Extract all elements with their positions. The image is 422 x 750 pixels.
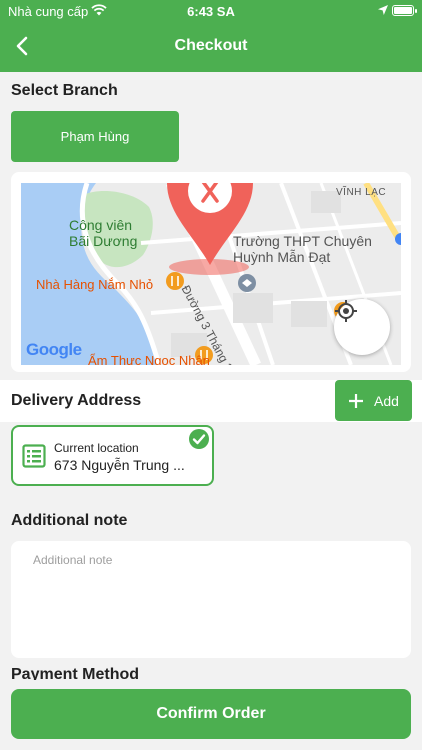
map-label-park: Công viên Bãi Dương xyxy=(69,217,138,249)
delivery-address-title: Delivery Address xyxy=(11,392,142,409)
status-time: 6:43 SA xyxy=(187,4,235,19)
map-label-school: Trường THPT Chuyên Huỳnh Mẫn Đạt xyxy=(233,233,372,265)
gps-button[interactable] xyxy=(334,299,390,355)
status-bar: Nhà cung cấp 6:43 SA xyxy=(0,0,422,22)
map-label-restaurant-2: Ẩm Thực Ngọc Nhân xyxy=(88,353,210,365)
add-address-label: Add xyxy=(374,392,399,409)
add-address-button[interactable]: Add xyxy=(335,380,412,421)
location-arrow-icon xyxy=(378,5,388,15)
select-branch-title: Select Branch xyxy=(11,82,118,99)
map-label-district: VĨNH LẠC xyxy=(336,187,387,198)
additional-note-input[interactable] xyxy=(11,541,411,658)
branch-button[interactable]: Phạm Hùng xyxy=(11,111,179,162)
confirm-order-button[interactable]: Confirm Order xyxy=(11,689,411,739)
additional-note-title: Additional note xyxy=(11,512,128,529)
page-title: Checkout xyxy=(174,37,248,54)
map-label-restaurant: Nhà Hàng Nắm Nhỏ xyxy=(36,277,154,292)
app-header: Nhà cung cấp 6:43 SA Checkout xyxy=(0,0,422,72)
restaurant-pin-icon xyxy=(167,183,253,265)
plus-icon xyxy=(349,393,364,408)
list-icon xyxy=(22,444,46,468)
google-attribution: Google xyxy=(26,340,82,360)
payment-method-title: Payment Method xyxy=(11,666,140,680)
check-circle-icon xyxy=(189,429,209,449)
crosshair-icon xyxy=(335,300,357,322)
address-card[interactable]: Current location 673 Nguyễn Trung ... xyxy=(11,425,214,486)
google-attribution-text: Google xyxy=(26,340,82,359)
address-label: Current location xyxy=(54,441,139,455)
map-view[interactable]: VĨNH LẠC Công viên Bãi Dương Trường THPT… xyxy=(21,183,401,365)
address-value: 673 Nguyễn Trung ... xyxy=(54,457,185,473)
battery-icon xyxy=(392,5,417,16)
